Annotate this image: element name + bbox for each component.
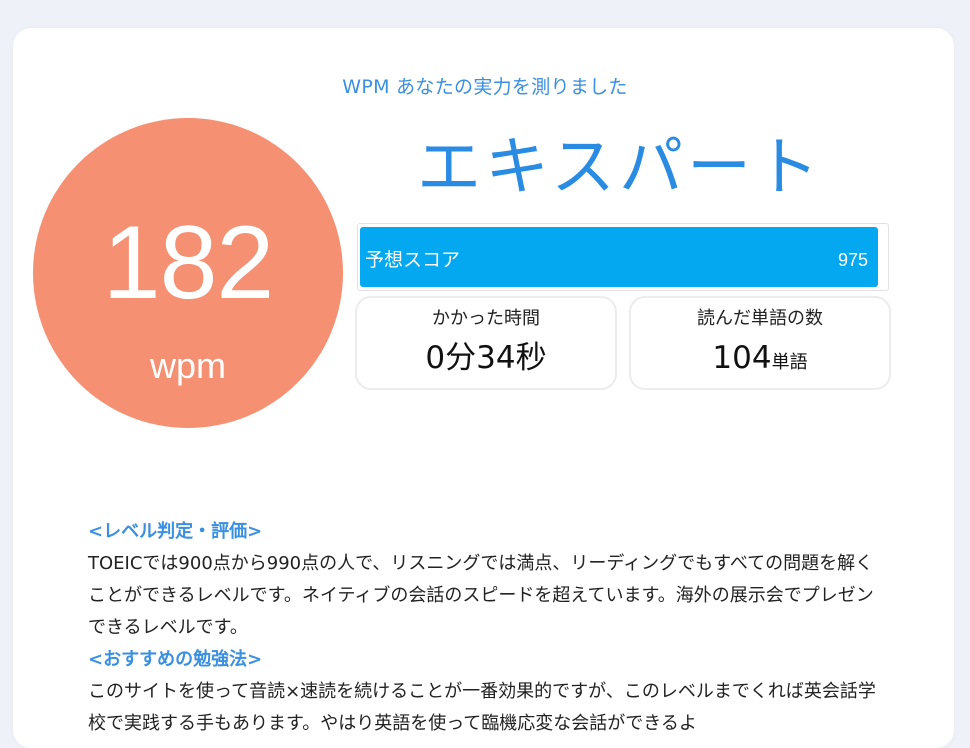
study-heading: <おすすめの勉強法> (88, 649, 263, 670)
score-value: 975 (837, 250, 868, 270)
wpm-unit: wpm (149, 345, 226, 386)
wpm-circle: 182 wpm (33, 118, 343, 428)
words-stat-label: 読んだ単語の数 (697, 308, 823, 329)
score-bar-fill: 予想スコア 975 (360, 227, 878, 287)
time-stat-value: 0分34秒 (425, 340, 547, 376)
time-stat-box: かかった時間 0分34秒 (355, 296, 617, 390)
study-text: このサイトを使って音読×速読を続けることが一番効果的ですが、このレベルまでくれば… (88, 681, 876, 734)
words-stat-value-line: 104単語 (631, 338, 889, 383)
wpm-value: 182 (102, 205, 275, 321)
evaluation-heading: <レベル判定・評価> (88, 521, 263, 542)
time-stat-label: かかった時間 (432, 308, 540, 329)
result-description: <レベル判定・評価> TOEICでは900点から990点の人で、リスニングでは満… (88, 516, 888, 740)
result-subtitle: WPM あなたの実力を測りました (342, 76, 628, 98)
level-title: エキスパート (416, 131, 824, 205)
words-stat-box: 読んだ単語の数 104単語 (629, 296, 891, 390)
evaluation-text: TOEICでは900点から990点の人で、リスニングでは満点、リーディングでもす… (88, 553, 874, 638)
words-stat-value: 104 (712, 340, 772, 376)
words-stat-unit: 単語 (771, 352, 808, 373)
score-bar: 予想スコア 975 (357, 223, 889, 291)
score-label: 予想スコア (365, 249, 461, 271)
